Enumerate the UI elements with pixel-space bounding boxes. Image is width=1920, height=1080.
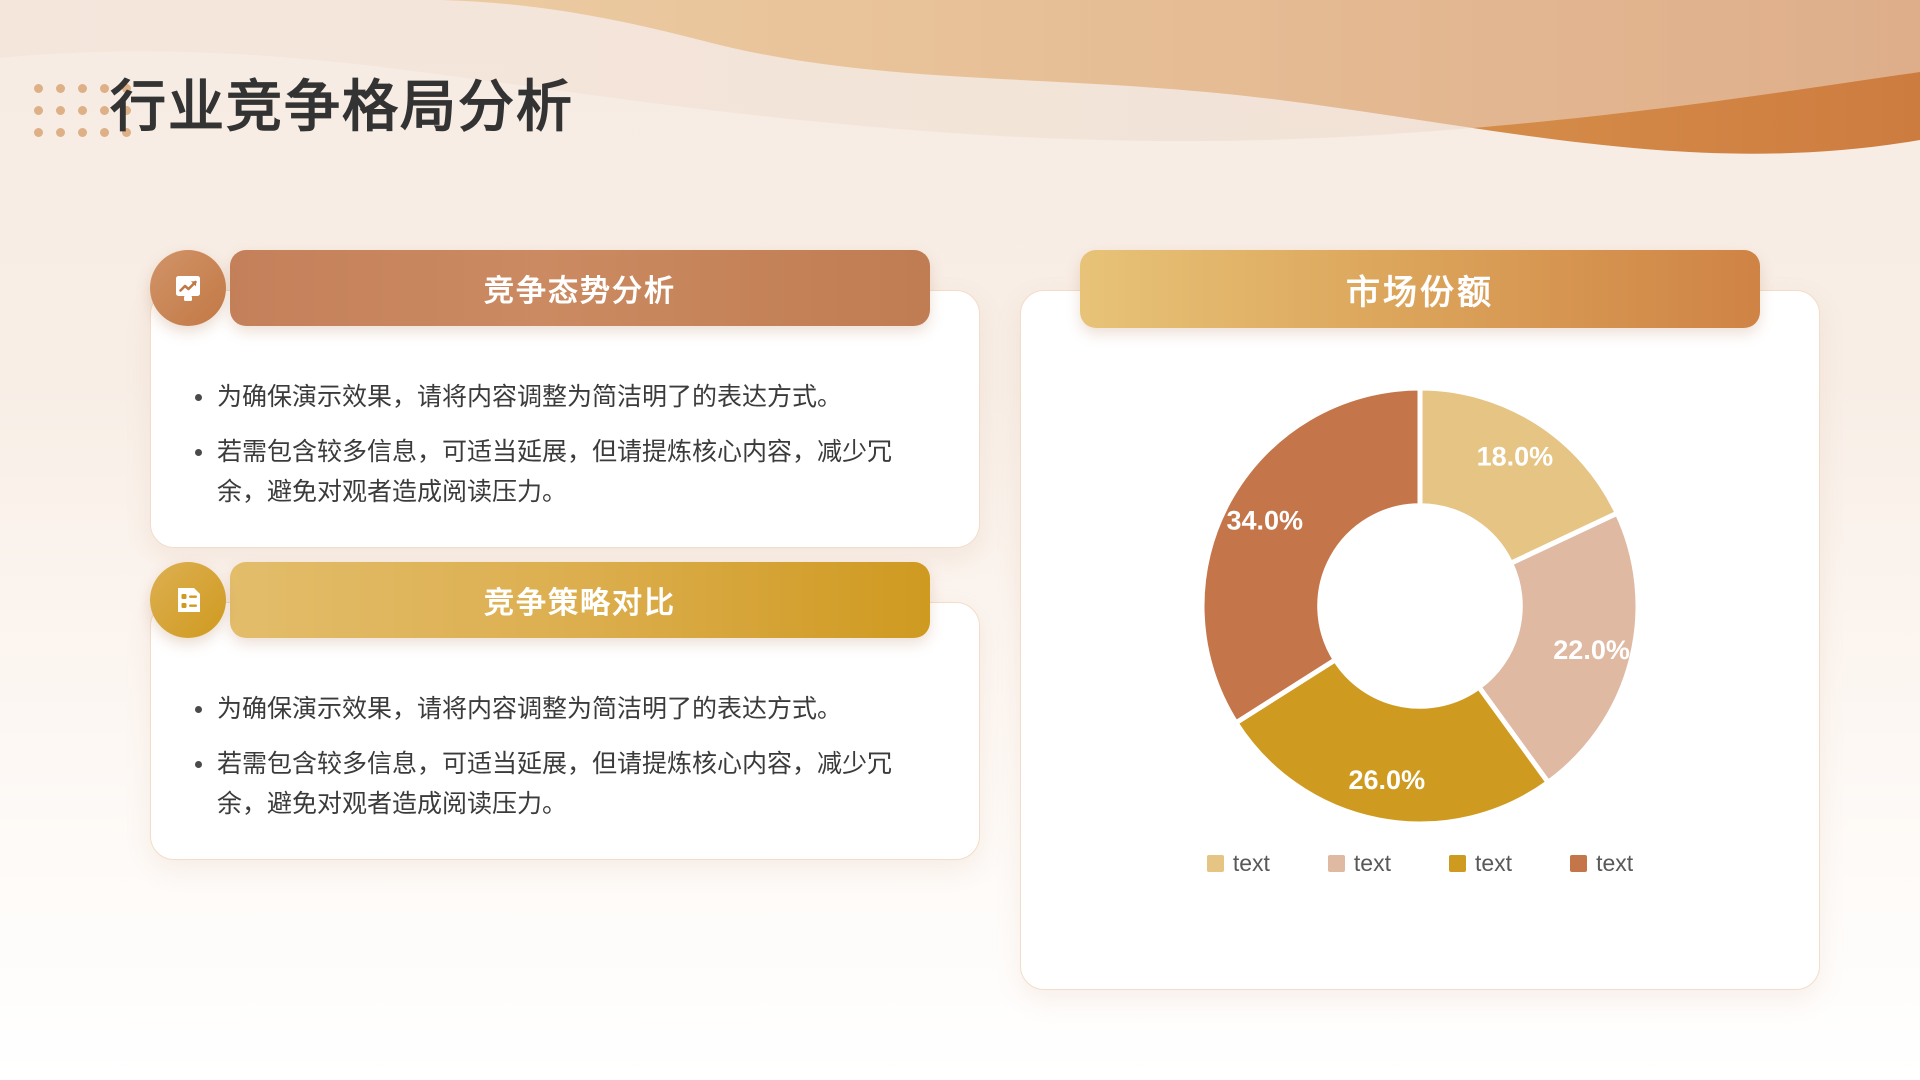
presentation-chart-icon (150, 250, 226, 326)
legend-label: text (1475, 850, 1513, 876)
market-share-donut-chart: 18.0% 22.0% 26.0% 34.0% (1020, 346, 1820, 866)
left-content-column: 为确保演示效果，请将内容调整为简洁明了的表达方式。 若需包含较多信息，可适当延展… (150, 250, 980, 874)
legend-item[interactable]: text (1570, 850, 1633, 877)
slice-value-label: 34.0% (1226, 506, 1303, 536)
donut-svg: 18.0% 22.0% 26.0% 34.0% (1199, 385, 1641, 827)
bullet-list: 为确保演示效果，请将内容调整为简洁明了的表达方式。 若需包含较多信息，可适当延展… (191, 377, 939, 513)
legend-label: text (1596, 850, 1634, 876)
legend-swatch (1206, 855, 1224, 872)
chart-header-bar[interactable]: 市场份额 (1080, 250, 1760, 328)
legend-swatch (1449, 855, 1466, 872)
slice-value-label: 18.0% (1477, 441, 1554, 471)
document-list-icon (150, 562, 226, 638)
info-card: 为确保演示效果，请将内容调整为简洁明了的表达方式。 若需包含较多信息，可适当延展… (150, 290, 980, 548)
legend-item[interactable]: text (1327, 850, 1391, 877)
list-item: 若需包含较多信息，可适当延展，但请提炼核心内容，减少冗余，避免对观者造成阅读压力… (191, 744, 939, 825)
slide-canvas: 行业竞争格局分析 为确保演示效果，请将内容调整为简洁明了的表达方式。 若需包含较… (0, 0, 1920, 1080)
section-header-bar[interactable]: 竞争态势分析 (230, 250, 930, 326)
list-item: 为确保演示效果，请将内容调整为简洁明了的表达方式。 (191, 377, 939, 418)
info-card: 为确保演示效果，请将内容调整为简洁明了的表达方式。 若需包含较多信息，可适当延展… (150, 602, 980, 860)
list-item: 为确保演示效果，请将内容调整为简洁明了的表达方式。 (191, 689, 939, 730)
info-block-competition-status: 为确保演示效果，请将内容调整为简洁明了的表达方式。 若需包含较多信息，可适当延展… (150, 250, 980, 548)
chart-legend: text text text text (1020, 850, 1820, 877)
slice-value-label: 22.0% (1553, 635, 1630, 665)
info-block-strategy-comparison: 为确保演示效果，请将内容调整为简洁明了的表达方式。 若需包含较多信息，可适当延展… (150, 562, 980, 860)
slice-value-label: 26.0% (1349, 765, 1426, 795)
legend-item[interactable]: text (1206, 850, 1270, 877)
section-header-bar[interactable]: 竞争策略对比 (230, 562, 930, 638)
list-item: 若需包含较多信息，可适当延展，但请提炼核心内容，减少冗余，避免对观者造成阅读压力… (191, 432, 939, 513)
presentation-chart-glyph (176, 276, 200, 301)
bullet-list: 为确保演示效果，请将内容调整为简洁明了的表达方式。 若需包含较多信息，可适当延展… (191, 689, 939, 825)
legend-swatch (1327, 855, 1345, 872)
legend-label: text (1353, 850, 1391, 876)
legend-label: text (1232, 850, 1270, 876)
legend-swatch (1570, 855, 1588, 872)
document-list-glyph (178, 588, 200, 612)
page-title: 行业竞争格局分析 (110, 75, 574, 138)
legend-item[interactable]: text (1449, 850, 1512, 877)
donut-slice[interactable] (1199, 385, 1423, 727)
